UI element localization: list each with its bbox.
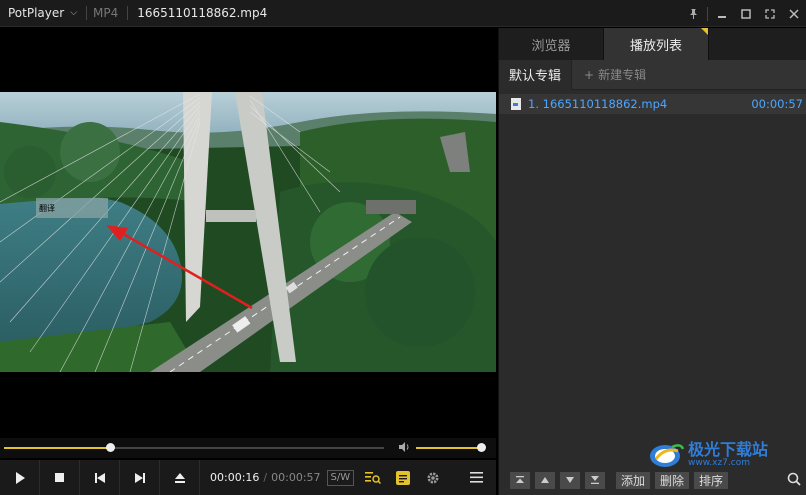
album-tabs: 默认专辑 + 新建专辑 (499, 59, 806, 90)
active-tab-marker (701, 28, 708, 35)
time-separator: / (263, 471, 268, 484)
fullscreen-icon[interactable] (758, 0, 782, 27)
move-down-button[interactable] (560, 471, 580, 489)
side-panel: 浏览器 播放列表 默认专辑 + 新建专辑 1. 1665110118862.mp… (498, 28, 806, 495)
playlist-item-duration: 00:00:57 (751, 97, 803, 111)
subtitle-icon (396, 470, 410, 485)
delete-button[interactable]: 删除 (655, 471, 690, 489)
add-button[interactable]: 添加 (616, 471, 651, 489)
tab-browser[interactable]: 浏览器 (499, 28, 604, 60)
playlist-toolbar: 添加 删除 排序 (499, 465, 806, 495)
maximize-icon[interactable] (734, 0, 758, 27)
eject-button[interactable] (160, 460, 200, 495)
previous-button[interactable] (80, 460, 120, 495)
seek-progress (4, 447, 111, 449)
volume-icon[interactable] (398, 441, 410, 456)
video-caption: 翻译 (39, 204, 55, 213)
format-label: MP4 (93, 6, 119, 20)
settings-icon (427, 472, 439, 483)
playlist-item[interactable]: 1. 1665110118862.mp4 00:00:57 (499, 94, 806, 114)
watermark: 极光下载站 www.xz7.com (648, 441, 768, 469)
playlist-item-title: 1. 1665110118862.mp4 (528, 97, 668, 111)
stop-icon (55, 473, 64, 482)
menu-button[interactable] (461, 460, 491, 495)
pin-icon[interactable] (681, 0, 705, 27)
video-area[interactable]: 翻译 (0, 28, 496, 438)
seek-handle[interactable] (106, 443, 116, 452)
move-up-icon (541, 477, 549, 483)
playlist-search-button[interactable] (358, 460, 388, 495)
move-bottom-button[interactable] (585, 471, 605, 489)
next-icon (134, 472, 145, 483)
video-file-icon (511, 98, 521, 110)
new-album-button[interactable]: + 新建专辑 (572, 66, 646, 83)
move-up-button[interactable] (535, 471, 555, 489)
next-button[interactable] (120, 460, 160, 495)
chevron-down-icon: ⌵ (70, 8, 78, 18)
close-icon[interactable] (782, 0, 806, 27)
move-top-icon (516, 476, 524, 483)
default-album-tab[interactable]: 默认专辑 (499, 59, 573, 90)
title-bar: PotPlayer ⌵ MP4 1665110118862.mp4 (0, 0, 806, 27)
sort-button[interactable]: 排序 (694, 471, 729, 489)
control-bar: 00:00:16 / 00:00:57 S/W (0, 460, 496, 495)
app-name: PotPlayer (8, 6, 65, 20)
time-display: 00:00:16 / 00:00:57 S/W (200, 469, 355, 486)
volume-slider[interactable] (416, 443, 486, 452)
video-frame: 翻译 (0, 92, 496, 372)
search-icon (787, 472, 801, 486)
playlist-search-icon (365, 471, 381, 484)
subtitle-button[interactable] (388, 460, 418, 495)
volume-handle[interactable] (476, 443, 486, 452)
minimize-icon[interactable] (710, 0, 734, 27)
watermark-title: 极光下载站 (688, 440, 769, 459)
volume-level (416, 447, 481, 449)
divider (707, 6, 708, 21)
seek-bar-row (0, 438, 496, 458)
watermark-logo (648, 441, 685, 469)
playlist: 1. 1665110118862.mp4 00:00:57 (499, 94, 806, 114)
tab-playlist-label: 播放列表 (629, 38, 682, 54)
eject-icon (174, 472, 185, 483)
move-top-button[interactable] (510, 471, 530, 489)
move-down-icon (566, 477, 574, 483)
play-button[interactable] (0, 460, 40, 495)
total-duration: 00:00:57 (271, 471, 321, 484)
settings-button[interactable] (418, 460, 448, 495)
menu-icon (469, 472, 483, 483)
search-button[interactable] (787, 472, 801, 489)
panel-tabs: 浏览器 播放列表 (499, 28, 806, 60)
plus-icon: + (584, 67, 595, 82)
play-icon (15, 471, 25, 484)
decoder-badge[interactable]: S/W (326, 469, 355, 486)
app-menu-button[interactable]: PotPlayer ⌵ (0, 0, 86, 26)
file-title: 1665110118862.mp4 (137, 6, 268, 20)
new-album-label: 新建专辑 (598, 68, 647, 82)
tab-playlist[interactable]: 播放列表 (604, 28, 709, 60)
move-bottom-icon (591, 476, 599, 484)
stop-button[interactable] (40, 460, 80, 495)
previous-icon (94, 472, 105, 483)
current-time: 00:00:16 (210, 471, 260, 484)
watermark-url: www.xz7.com (688, 458, 750, 468)
seek-bar[interactable] (4, 443, 384, 452)
window-controls (681, 0, 806, 27)
